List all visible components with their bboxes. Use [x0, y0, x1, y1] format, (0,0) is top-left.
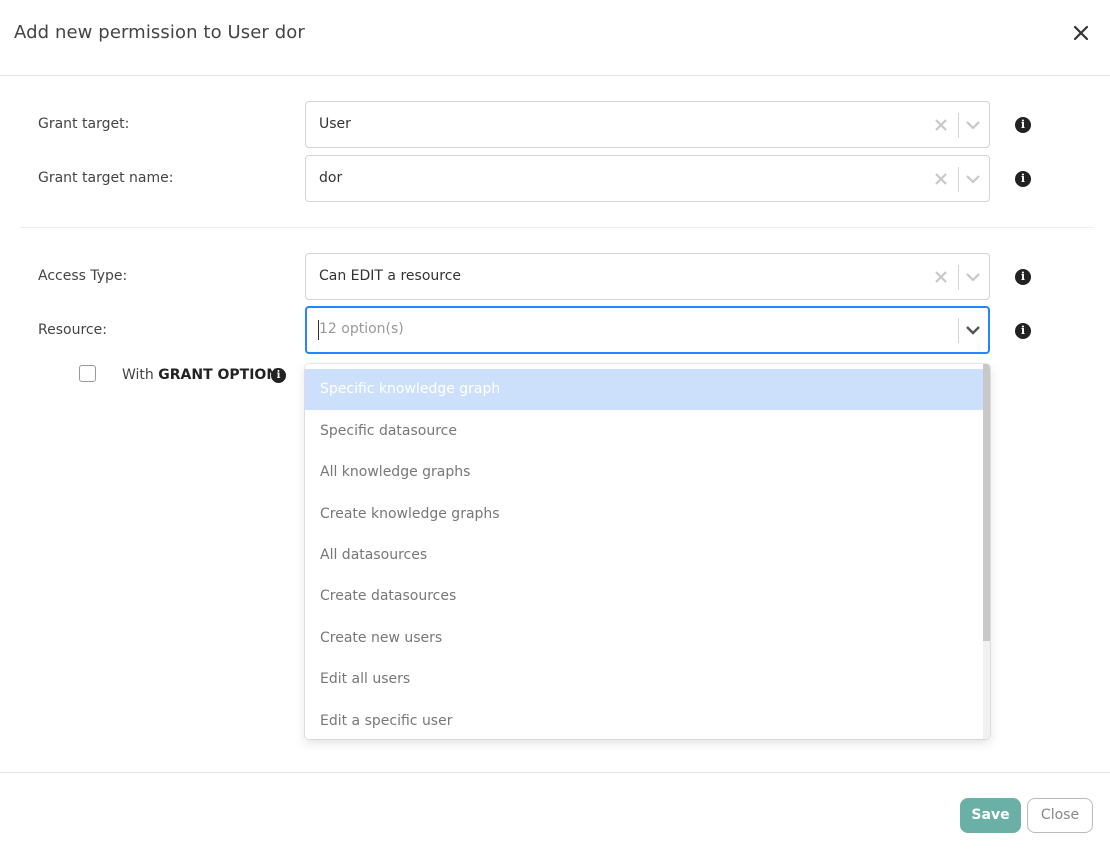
clear-icon[interactable]: [931, 115, 951, 135]
grant-option-prefix: With: [122, 367, 159, 383]
chevron-down-icon[interactable]: [963, 169, 983, 189]
menu-option[interactable]: Specific knowledge graph: [305, 369, 983, 410]
chevron-down-icon[interactable]: [963, 115, 983, 135]
access-type-value: Can EDIT a resource: [319, 268, 462, 284]
resource-select[interactable]: 12 option(s): [305, 306, 990, 354]
info-icon[interactable]: i: [271, 368, 286, 383]
resource-placeholder[interactable]: 12 option(s): [319, 321, 404, 337]
indicator-separator: [958, 113, 959, 138]
scrollbar-track[interactable]: [983, 364, 990, 739]
menu-option[interactable]: All knowledge graphs: [305, 452, 983, 493]
menu-option[interactable]: Edit a specific user: [305, 701, 983, 739]
close-button[interactable]: Close: [1027, 798, 1093, 833]
grant-target-name-value: dor: [319, 170, 343, 186]
grant-option-checkbox[interactable]: [79, 365, 96, 382]
dialog-header: Add new permission to User dor: [0, 0, 1110, 76]
indicator-separator: [958, 167, 959, 192]
grant-option-label: With GRANT OPTION: [122, 367, 278, 383]
scrollbar-thumb[interactable]: [983, 364, 990, 641]
grant-option-bold: GRANT OPTION: [158, 367, 279, 383]
grant-target-name-label: Grant target name:: [38, 170, 174, 186]
grant-target-select[interactable]: User: [305, 101, 990, 148]
info-icon[interactable]: i: [1015, 269, 1031, 285]
chevron-down-icon[interactable]: [963, 320, 983, 340]
access-type-label: Access Type:: [38, 268, 128, 284]
menu-option[interactable]: Create new users: [305, 618, 983, 659]
info-icon[interactable]: i: [1015, 323, 1031, 339]
info-icon[interactable]: i: [1015, 117, 1031, 133]
info-icon[interactable]: i: [1015, 171, 1031, 187]
access-type-select[interactable]: Can EDIT a resource: [305, 253, 990, 300]
section-divider: [20, 227, 1094, 228]
indicator-separator: [958, 265, 959, 290]
dialog-title: Add new permission to User dor: [14, 22, 305, 43]
grant-target-value: User: [319, 116, 351, 132]
menu-option[interactable]: Edit all users: [305, 659, 983, 700]
indicator-separator: [958, 318, 959, 343]
grant-target-label: Grant target:: [38, 116, 130, 132]
menu-option[interactable]: Create knowledge graphs: [305, 494, 983, 535]
chevron-down-icon[interactable]: [963, 267, 983, 287]
menu-option[interactable]: Create datasources: [305, 576, 983, 617]
clear-icon[interactable]: [931, 169, 951, 189]
resource-label: Resource:: [38, 322, 107, 338]
save-button[interactable]: Save: [960, 798, 1021, 833]
clear-icon[interactable]: [931, 267, 951, 287]
menu-option[interactable]: All datasources: [305, 535, 983, 576]
close-icon[interactable]: [1070, 22, 1092, 44]
menu-option[interactable]: Specific datasource: [305, 411, 983, 452]
dialog-footer: Save Close: [0, 772, 1110, 850]
resource-dropdown-menu: Specific knowledge graph Specific dataso…: [305, 364, 990, 739]
grant-target-name-select[interactable]: dor: [305, 155, 990, 202]
